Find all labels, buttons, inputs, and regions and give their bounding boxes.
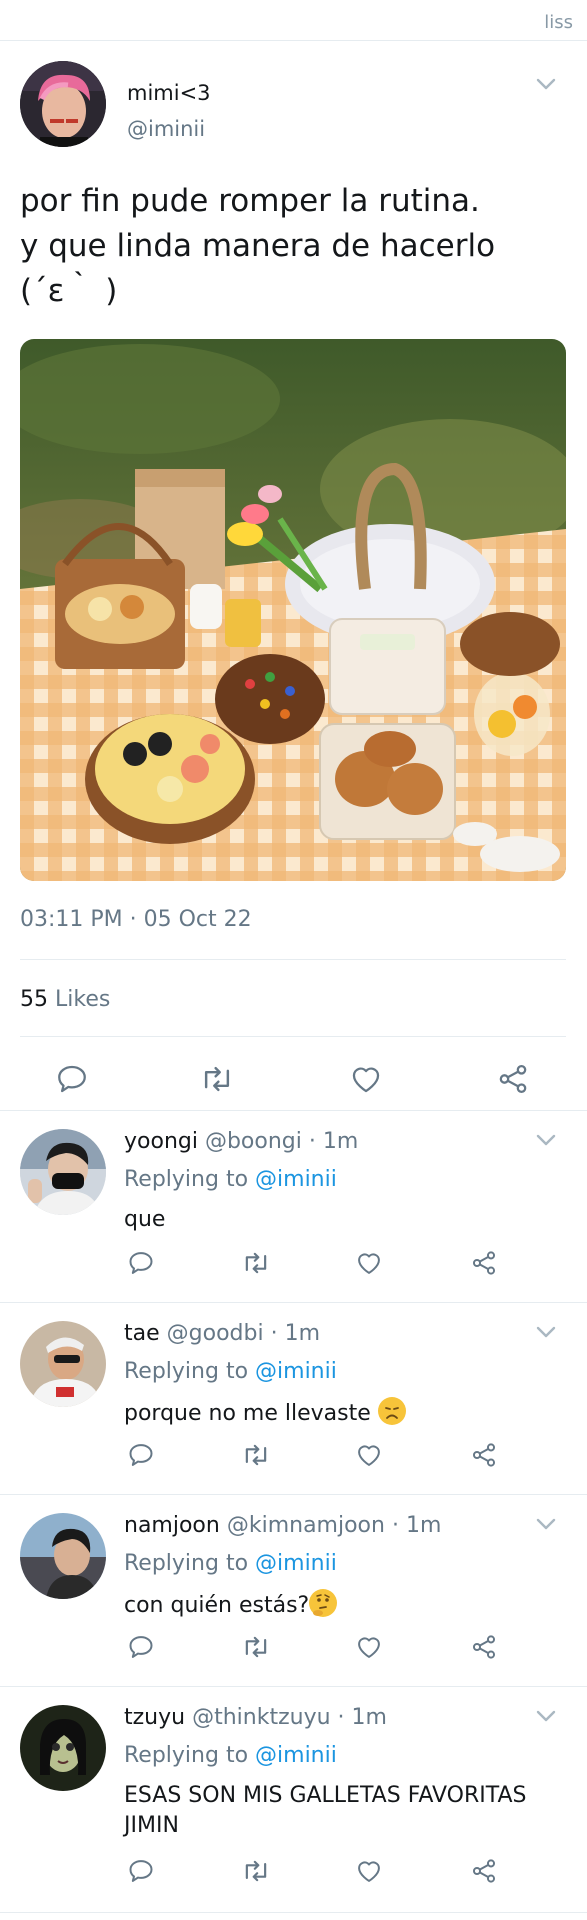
reply-tweet[interactable]: tae @goodbi · 1m Replying to @iminii por…	[0, 1303, 587, 1493]
reply-icon[interactable]	[127, 1441, 155, 1469]
mention-link[interactable]: @iminii	[255, 1359, 337, 1384]
chevron-down-icon[interactable]	[535, 1517, 557, 1531]
reply-text: que	[124, 1205, 564, 1235]
tweet-text: por fin pude romper la rutina. y que lin…	[20, 179, 570, 314]
display-name[interactable]: tzuyu	[124, 1705, 185, 1730]
reply-header: namjoon @kimnamjoon · 1m	[124, 1513, 441, 1538]
username[interactable]: @boongi	[205, 1129, 302, 1154]
tweet-text-line: y que linda manera de hacerlo	[20, 228, 496, 264]
reply-text: ESAS SON MIS GALLETAS FAVORITAS JIMIN	[124, 1781, 564, 1841]
chevron-down-icon[interactable]	[535, 77, 557, 91]
top-bar: liss	[0, 0, 587, 41]
reply-time: 1m	[405, 1513, 442, 1538]
reply-text-content: ESAS SON MIS GALLETAS FAVORITAS JIMIN	[124, 1783, 527, 1838]
retweet-icon[interactable]	[240, 1441, 272, 1469]
avatar[interactable]	[20, 1321, 106, 1407]
mention-link[interactable]: @iminii	[255, 1551, 337, 1576]
display-name[interactable]: mimi<3	[127, 81, 211, 105]
tweet-action-bar	[0, 1056, 587, 1100]
replying-to: Replying to @iminii	[124, 1743, 337, 1768]
reply-text-content: que	[124, 1207, 166, 1232]
avatar[interactable]	[20, 1129, 106, 1215]
username[interactable]: @goodbi	[167, 1321, 264, 1346]
display-name[interactable]: yoongi	[124, 1129, 198, 1154]
share-icon[interactable]	[470, 1633, 498, 1661]
share-icon[interactable]	[470, 1857, 498, 1885]
reply-header: tae @goodbi · 1m	[124, 1321, 320, 1346]
reply-time: 1m	[284, 1321, 321, 1346]
display-name[interactable]: namjoon	[124, 1513, 220, 1538]
share-icon[interactable]	[470, 1249, 498, 1277]
reply-text-content: porque no me llevaste	[124, 1401, 371, 1426]
reply-action-bar	[0, 1441, 587, 1475]
disappointed-face-icon	[377, 1397, 406, 1425]
avatar[interactable]	[20, 1513, 106, 1599]
heart-icon[interactable]	[349, 1062, 383, 1096]
likes-label: Likes	[55, 987, 111, 1012]
replying-to: Replying to @iminii	[124, 1359, 337, 1384]
reply-icon[interactable]	[127, 1857, 155, 1885]
avatar[interactable]	[20, 1705, 106, 1791]
reply-text: porque no me llevaste	[124, 1397, 564, 1429]
separator: ·	[330, 1705, 352, 1730]
reply-header: tzuyu @thinktzuyu · 1m	[124, 1705, 387, 1730]
chevron-down-icon[interactable]	[535, 1133, 557, 1147]
display-name[interactable]: tae	[124, 1321, 160, 1346]
avatar[interactable]	[20, 61, 106, 147]
mention-link[interactable]: @iminii	[255, 1743, 337, 1768]
reply-text: con quién estás?	[124, 1589, 564, 1621]
username[interactable]: @iminii	[127, 117, 205, 141]
mention-link[interactable]: @iminii	[255, 1167, 337, 1192]
reply-icon[interactable]	[55, 1062, 89, 1096]
retweet-icon[interactable]	[198, 1062, 236, 1096]
replying-to-label: Replying to	[124, 1743, 249, 1768]
replying-to-label: Replying to	[124, 1167, 249, 1192]
separator: ·	[263, 1321, 285, 1346]
reply-action-bar	[0, 1249, 587, 1283]
reply-tweet[interactable]: yoongi @boongi · 1m Replying to @iminii …	[0, 1111, 587, 1301]
reply-text-content: con quién estás?	[124, 1593, 310, 1618]
reply-tweet[interactable]: namjoon @kimnamjoon · 1m Replying to @im…	[0, 1495, 587, 1685]
tweet-text-line: (´ε｀ )	[20, 273, 118, 309]
thinking-face-icon	[309, 1589, 338, 1617]
divider	[20, 959, 566, 960]
replying-to: Replying to @iminii	[124, 1167, 337, 1192]
reply-action-bar	[0, 1857, 587, 1891]
separator: ·	[301, 1129, 323, 1154]
tweet-photo[interactable]	[20, 339, 566, 881]
divider	[20, 1036, 566, 1037]
heart-icon[interactable]	[355, 1249, 383, 1277]
watermark: liss	[544, 12, 573, 33]
likes-count[interactable]: 55 Likes	[20, 987, 110, 1012]
username[interactable]: @kimnamjoon	[227, 1513, 385, 1538]
chevron-down-icon[interactable]	[535, 1709, 557, 1723]
reply-time: 1m	[322, 1129, 359, 1154]
retweet-icon[interactable]	[240, 1249, 272, 1277]
replying-to-label: Replying to	[124, 1359, 249, 1384]
separator: ·	[384, 1513, 406, 1538]
tweet-timestamp: 03:11 PM · 05 Oct 22	[20, 907, 252, 932]
reply-header: yoongi @boongi · 1m	[124, 1129, 358, 1154]
share-icon[interactable]	[470, 1441, 498, 1469]
username[interactable]: @thinktzuyu	[192, 1705, 330, 1730]
tweet-text-line: por fin pude romper la rutina.	[20, 183, 480, 219]
divider	[0, 1912, 587, 1913]
reply-icon[interactable]	[127, 1249, 155, 1277]
retweet-icon[interactable]	[240, 1633, 272, 1661]
replying-to: Replying to @iminii	[124, 1551, 337, 1576]
retweet-icon[interactable]	[240, 1857, 272, 1885]
chevron-down-icon[interactable]	[535, 1325, 557, 1339]
reply-time: 1m	[351, 1705, 387, 1730]
heart-icon[interactable]	[355, 1441, 383, 1469]
reply-action-bar	[0, 1633, 587, 1667]
likes-number: 55	[20, 987, 48, 1012]
reply-tweet[interactable]: tzuyu @thinktzuyu · 1m Replying to @imin…	[0, 1687, 587, 1907]
replying-to-label: Replying to	[124, 1551, 249, 1576]
heart-icon[interactable]	[355, 1633, 383, 1661]
heart-icon[interactable]	[355, 1857, 383, 1885]
share-icon[interactable]	[496, 1062, 530, 1096]
reply-icon[interactable]	[127, 1633, 155, 1661]
